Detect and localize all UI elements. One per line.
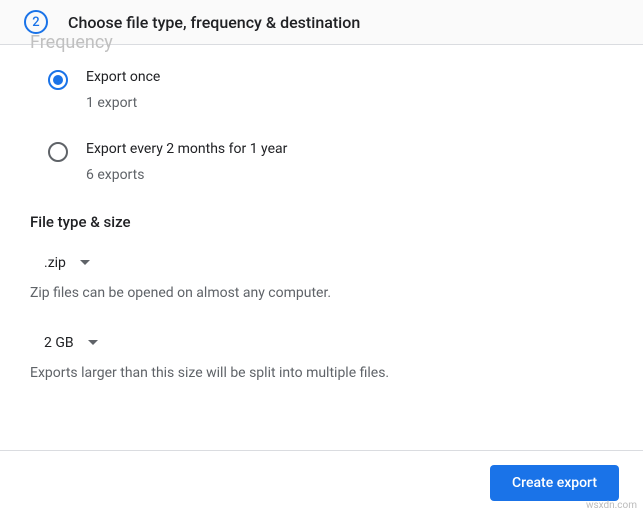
radio-subtitle: 6 exports [86,167,287,183]
frequency-option-bimonthly[interactable]: Export every 2 months for 1 year 6 expor… [30,141,613,183]
radio-labels: Export every 2 months for 1 year 6 expor… [86,141,287,183]
radio-title: Export once [86,69,160,85]
radio-unselected-icon[interactable] [48,142,68,162]
size-help: Exports larger than this size will be sp… [30,365,613,381]
chevron-down-icon [80,260,90,266]
watermark-text: wsxdn.com [586,500,637,511]
frequency-radio-group: Export once 1 export Export every 2 mont… [30,69,613,183]
size-value: 2 GB [44,335,74,351]
radio-labels: Export once 1 export [86,69,160,111]
filetype-dropdown[interactable]: .zip [30,249,98,277]
footer-bar: Create export [0,450,643,515]
step-title: Choose file type, frequency & destinatio… [68,13,360,32]
radio-title: Export every 2 months for 1 year [86,141,287,157]
filetype-help: Zip files can be opened on almost any co… [30,285,613,301]
frequency-option-once[interactable]: Export once 1 export [30,69,613,111]
filetype-size-heading: File type & size [30,213,613,231]
content-area: Export once 1 export Export every 2 mont… [0,45,643,381]
create-export-button[interactable]: Create export [490,465,619,501]
filetype-value: .zip [44,255,66,271]
size-dropdown[interactable]: 2 GB [30,329,106,357]
radio-selected-icon[interactable] [48,70,68,90]
radio-subtitle: 1 export [86,95,160,111]
step-number-badge: 2 [24,10,48,34]
chevron-down-icon [88,340,98,346]
